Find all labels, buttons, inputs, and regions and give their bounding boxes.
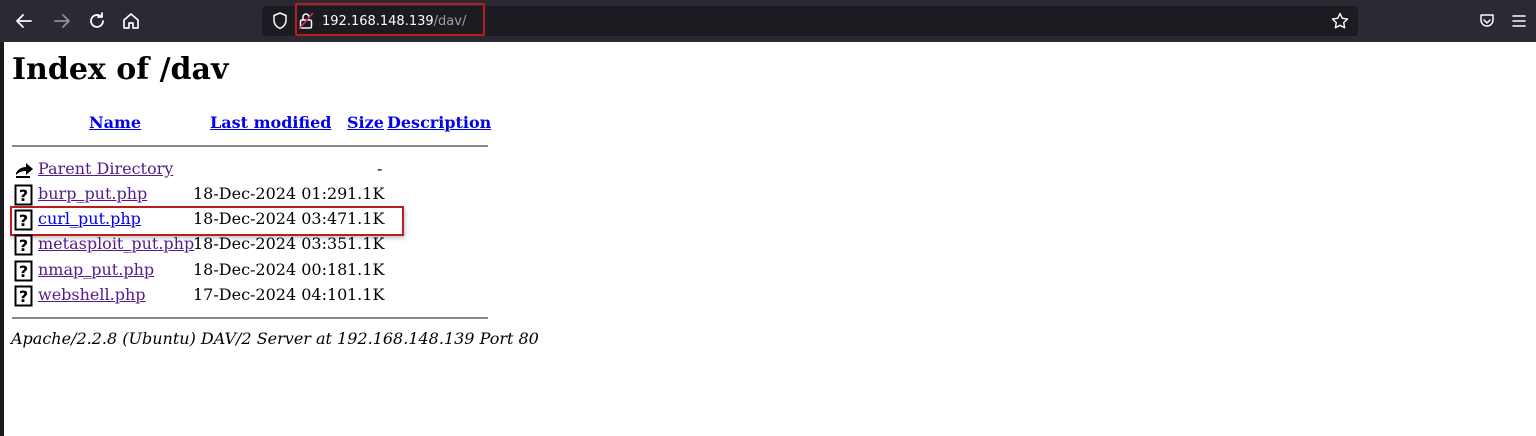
forward-button[interactable] bbox=[50, 9, 74, 33]
home-button[interactable] bbox=[119, 9, 143, 33]
url-annotation-box bbox=[295, 3, 485, 36]
parent-size: - bbox=[377, 159, 383, 178]
file-modified: 18-Dec-2024 01:29 bbox=[193, 184, 348, 203]
app-menu-button[interactable] bbox=[1510, 10, 1528, 32]
file-size: 1.1K bbox=[347, 285, 385, 304]
file-size: 1.1K bbox=[347, 184, 385, 203]
file-modified: 18-Dec-2024 00:18 bbox=[193, 260, 348, 279]
unknown-file-icon: ? bbox=[14, 234, 33, 256]
svg-text:?: ? bbox=[19, 186, 28, 205]
reload-icon bbox=[90, 12, 104, 28]
back-folder-icon bbox=[16, 163, 33, 178]
star-icon bbox=[1331, 12, 1349, 29]
list-item-parent: Parent Directory - bbox=[0, 157, 600, 181]
column-header-name[interactable]: Name bbox=[89, 112, 141, 134]
column-header-size[interactable]: Size bbox=[347, 112, 384, 134]
file-size: 1.1K bbox=[347, 260, 385, 279]
unknown-file-icon: ? bbox=[14, 184, 33, 206]
tracking-shield-icon[interactable] bbox=[270, 10, 290, 32]
file-link[interactable]: metasploit_put.php bbox=[38, 232, 194, 256]
parent-directory-link[interactable]: Parent Directory bbox=[38, 157, 173, 181]
server-signature: Apache/2.2.8 (Ubuntu) DAV/2 Server at 19… bbox=[11, 329, 539, 348]
pocket-button[interactable] bbox=[1478, 11, 1496, 31]
file-row: ? burp_put.php 18-Dec-2024 01:29 1.1K bbox=[0, 182, 600, 206]
pocket-icon bbox=[1480, 14, 1494, 27]
unknown-file-icon: ? bbox=[14, 285, 33, 307]
header-divider bbox=[12, 145, 488, 147]
file-link[interactable]: burp_put.php bbox=[38, 182, 147, 206]
file-modified: 18-Dec-2024 03:35 bbox=[193, 234, 348, 253]
page-title: Index of /dav bbox=[12, 52, 229, 87]
home-icon bbox=[123, 13, 139, 29]
footer-divider bbox=[12, 317, 488, 319]
unknown-file-icon: ? bbox=[14, 260, 33, 282]
svg-text:?: ? bbox=[19, 287, 28, 306]
hamburger-menu-icon bbox=[1512, 15, 1526, 27]
file-modified: 17-Dec-2024 04:10 bbox=[193, 285, 348, 304]
file-row: ? metasploit_put.php 18-Dec-2024 03:35 1… bbox=[0, 232, 600, 256]
arrow-right-icon bbox=[54, 14, 70, 28]
reload-button[interactable] bbox=[85, 9, 109, 33]
file-link[interactable]: nmap_put.php bbox=[38, 258, 154, 282]
column-header-description[interactable]: Description bbox=[387, 112, 491, 134]
file-size: 1.1K bbox=[347, 234, 385, 253]
back-button[interactable] bbox=[12, 9, 36, 33]
bookmark-star-button[interactable] bbox=[1330, 11, 1350, 31]
svg-text:?: ? bbox=[19, 262, 28, 281]
file-row: ? webshell.php 17-Dec-2024 04:10 1.1K bbox=[0, 283, 600, 307]
column-header-last-modified[interactable]: Last modified bbox=[210, 112, 331, 134]
file-row: ? nmap_put.php 18-Dec-2024 00:18 1.1K bbox=[0, 258, 600, 282]
svg-text:?: ? bbox=[19, 236, 28, 255]
arrow-left-icon bbox=[16, 14, 32, 28]
file-link[interactable]: webshell.php bbox=[38, 283, 146, 307]
